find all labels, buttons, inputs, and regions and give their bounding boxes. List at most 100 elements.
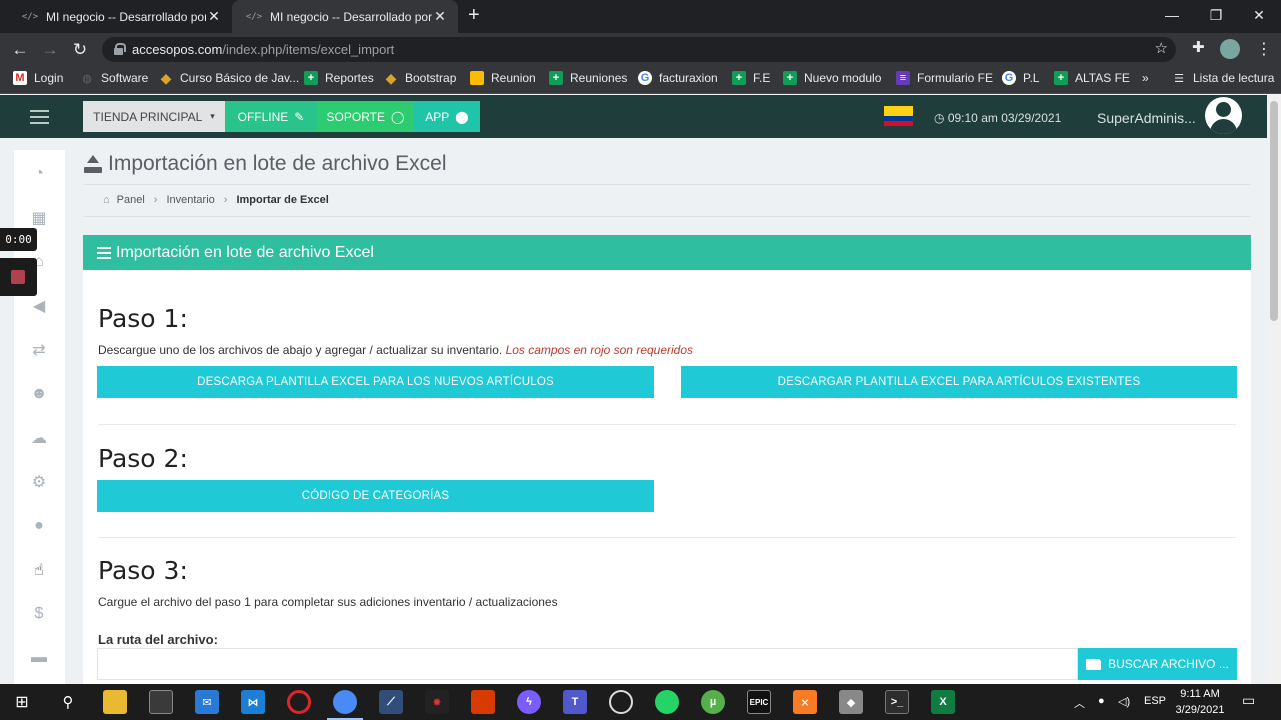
megaphone-icon[interactable]: ◀ — [29, 296, 49, 316]
stop-recording-button[interactable] — [0, 258, 37, 296]
store-icon[interactable] — [149, 690, 173, 714]
file-path-label: La ruta del archivo: — [98, 632, 218, 647]
close-tab-icon[interactable]: ✕ — [206, 8, 222, 25]
browser-tab-active[interactable]: </> MI negocio -- Desarrollado por S ✕ — [232, 0, 458, 33]
forward-icon[interactable]: → — [38, 38, 62, 62]
support-button[interactable]: SOPORTE ◯ — [317, 101, 414, 132]
bookmark-altas-fe[interactable]: + ALTAS FE — [1054, 71, 1130, 85]
bookmark-star-icon[interactable]: ☆ — [1155, 39, 1168, 57]
bookmark-reunion[interactable]: Reunion — [470, 71, 536, 85]
taskbar-clock[interactable]: 9:11 AM 3/29/2021 — [1168, 686, 1232, 718]
bookmark-facturaxion[interactable]: Gfacturaxion — [638, 71, 718, 85]
offline-button[interactable]: OFFLINE ✎ — [225, 101, 317, 132]
tray-chevron-icon[interactable]: ︿ — [1074, 695, 1085, 711]
calendar-icon[interactable]: ▦ — [29, 208, 49, 228]
breadcrumb-panel[interactable]: Panel — [117, 194, 145, 206]
excel-icon[interactable]: X — [931, 690, 955, 714]
bookmark-reportes[interactable]: + Reportes — [304, 71, 374, 85]
user-avatar[interactable] — [1205, 97, 1242, 134]
extensions-icon[interactable]: ✚ — [1192, 38, 1205, 56]
file-explorer-icon[interactable] — [103, 690, 127, 714]
step3-description: Cargue el archivo del paso 1 para comple… — [98, 595, 558, 609]
app-button[interactable]: APP ⬤ — [414, 101, 480, 132]
meet-icon — [470, 71, 484, 85]
store-selector-button[interactable]: TIENDA PRINCIPAL ▾ — [83, 101, 225, 132]
page-scrollbar[interactable] — [1267, 95, 1281, 684]
profile-avatar[interactable] — [1220, 39, 1240, 59]
user-name[interactable]: SuperAdminis... — [1097, 110, 1196, 126]
reload-icon[interactable]: ↻ — [68, 38, 92, 62]
teams-icon[interactable]: T — [563, 690, 587, 714]
bookmark-bootstrap[interactable]: ◆ Bootstrap — [384, 70, 457, 86]
sheets-icon: + — [783, 71, 797, 85]
menu-toggle-icon[interactable] — [30, 110, 49, 124]
bookmark-reuniones[interactable]: + Reuniones — [549, 71, 627, 85]
more-bookmarks-button[interactable]: » — [1142, 71, 1149, 85]
bookmark-fe[interactable]: + F.E — [732, 71, 770, 85]
exchange-icon[interactable]: ⇄ — [29, 340, 49, 360]
browser-tab[interactable]: </> MI negocio -- Desarrollado por S ✕ — [8, 0, 232, 33]
opera-icon[interactable] — [287, 690, 311, 714]
new-tab-icon[interactable]: + — [468, 4, 480, 27]
xampp-icon[interactable]: ⨯ — [793, 690, 817, 714]
browser-menu-icon[interactable]: ⋮ — [1256, 39, 1272, 59]
colombia-flag-icon[interactable] — [884, 106, 913, 126]
page-content: ◔ ▦ ⌂ ◀ ⇄ ☻ ☁ ⚙ ● ☝ $ ▬ Importación en l… — [0, 138, 1267, 684]
terminal-icon[interactable]: >_ — [885, 690, 909, 714]
app-header: TIENDA PRINCIPAL ▾ OFFLINE ✎ SOPORTE ◯ APP ⬤… — [0, 95, 1267, 138]
app-icon[interactable]: ◆ — [839, 690, 863, 714]
vscode-icon[interactable]: ⋈ — [241, 690, 265, 714]
users-icon[interactable]: ☻ — [29, 384, 49, 404]
reading-list-button[interactable]: ☰ Lista de lectura — [1172, 71, 1274, 85]
caret-down-icon: ▾ — [210, 111, 215, 121]
notifications-icon[interactable]: ▭ — [1242, 692, 1255, 709]
chrome-icon[interactable] — [327, 690, 363, 720]
bookmark-curso[interactable]: ◆ Curso Básico de Jav... — [159, 69, 300, 86]
truck-icon[interactable]: ▬ — [29, 648, 49, 668]
bookmark-login[interactable]: M Login — [13, 71, 63, 85]
utorrent-icon[interactable]: µ — [701, 690, 725, 714]
messenger-icon[interactable]: ϟ — [517, 690, 541, 714]
app-icon[interactable]: ✸ — [425, 690, 449, 714]
whatsapp-icon: ◯ — [391, 109, 405, 124]
minimize-icon[interactable]: — — [1150, 0, 1194, 30]
whatsapp-icon[interactable] — [655, 690, 679, 714]
breadcrumb-inventario[interactable]: Inventario — [166, 194, 214, 206]
url-field[interactable]: accesopos.com/index.php/items/excel_impo… — [102, 37, 1176, 62]
search-icon[interactable]: ⚲ — [56, 690, 80, 714]
dashboard-icon[interactable]: ◔ — [29, 164, 49, 184]
forms-icon: ≡ — [896, 71, 910, 85]
bookmark-pl[interactable]: G P.L — [1002, 71, 1039, 85]
language-indicator[interactable]: ESP — [1144, 695, 1166, 707]
dollar-icon[interactable]: $ — [29, 604, 49, 624]
bookmark-formulario[interactable]: ≡ Formulario FE — [896, 71, 993, 85]
close-tab-icon[interactable]: ✕ — [432, 8, 448, 25]
step1-title: Paso 1: — [98, 304, 188, 333]
volume-icon[interactable]: ◁) — [1118, 695, 1130, 708]
upload-icon — [84, 155, 102, 173]
scrollbar-thumb[interactable] — [1270, 101, 1278, 321]
category-codes-button[interactable]: CÓDIGO DE CATEGORÍAS — [97, 480, 654, 512]
bookmark-software[interactable]: ◍ Software — [80, 71, 148, 85]
microphone-icon[interactable]: ● — [1098, 695, 1105, 707]
bookmark-nuevo-modulo[interactable]: + Nuevo modulo — [783, 71, 881, 85]
back-icon[interactable]: ← — [8, 38, 32, 62]
epic-games-icon[interactable]: EPIC — [747, 690, 771, 714]
download-new-template-button[interactable]: DESCARGA PLANTILLA EXCEL PARA LOS NUEVOS… — [97, 366, 654, 398]
windows-start-icon[interactable]: ⊞ — [10, 690, 34, 714]
clock-app-icon[interactable] — [609, 690, 633, 714]
app-icon[interactable]: ⟋ — [379, 690, 403, 714]
user-icon[interactable]: ● — [29, 516, 49, 536]
mail-icon[interactable]: ✉ — [195, 690, 219, 714]
tab-title: MI negocio -- Desarrollado por S — [270, 9, 432, 24]
download-existing-template-button[interactable]: DESCARGAR PLANTILLA EXCEL PARA ARTÍCULOS… — [681, 366, 1237, 398]
file-path-input[interactable] — [97, 648, 1078, 680]
window-close-icon[interactable]: ✕ — [1237, 0, 1281, 30]
restore-icon[interactable]: ❐ — [1194, 0, 1238, 30]
cloud-download-icon[interactable]: ☁ — [29, 428, 49, 448]
diamond-icon: ◆ — [160, 69, 172, 86]
sheets-icon: + — [549, 71, 563, 85]
browse-file-button[interactable]: BUSCAR ARCHIVO ... — [1078, 648, 1237, 680]
cogs-icon[interactable]: ⚙ — [29, 472, 49, 492]
office-icon[interactable] — [471, 690, 495, 714]
